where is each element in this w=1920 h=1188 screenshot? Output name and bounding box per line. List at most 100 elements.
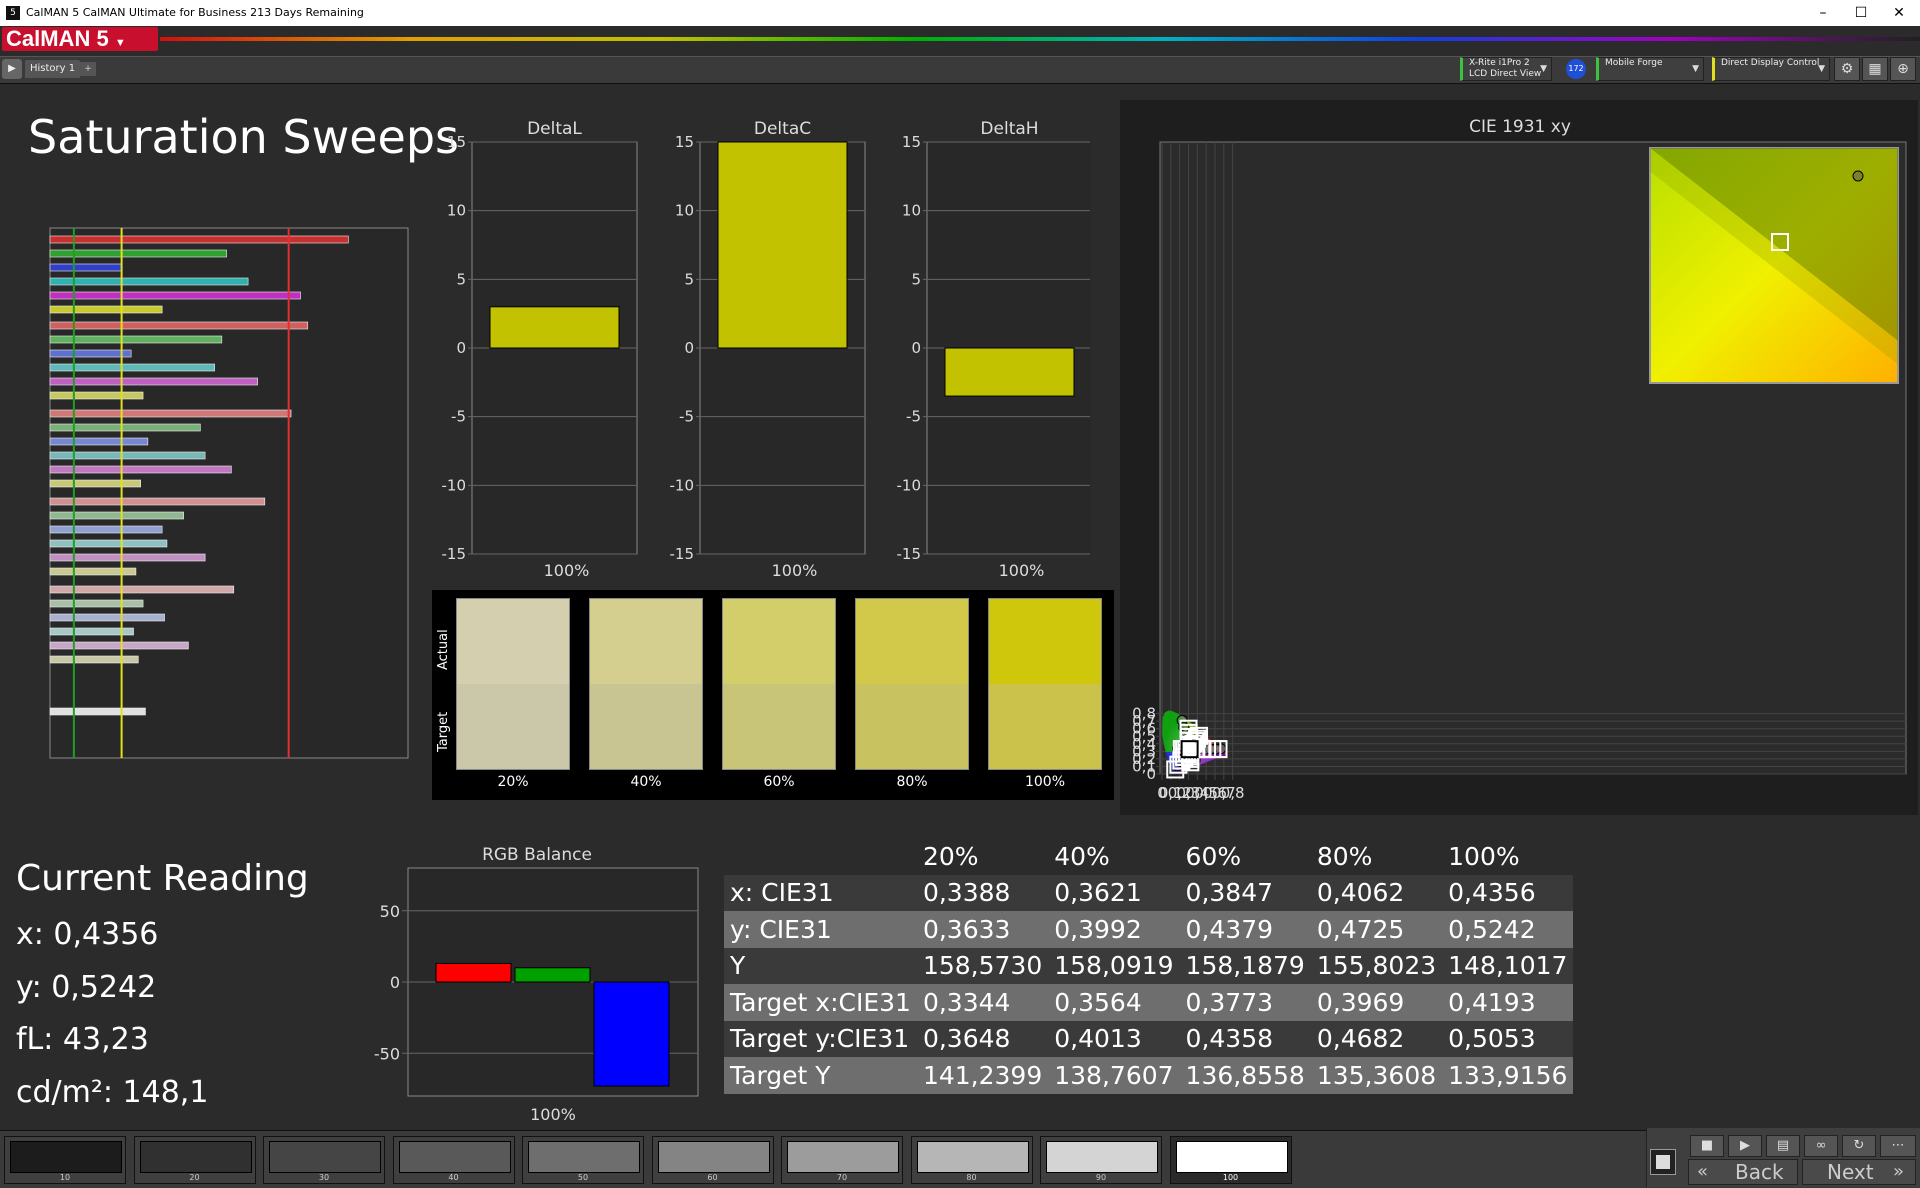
more-icon[interactable]: ⋯ (1880, 1135, 1916, 1157)
y-tick: -10 (670, 476, 695, 494)
back-label: Back (1735, 1160, 1784, 1184)
save-icon[interactable]: ▤ (1766, 1135, 1800, 1157)
table-cell: Target Y (724, 1057, 917, 1094)
swatch-actual (590, 599, 702, 684)
gray-patch-button[interactable]: 100 (1169, 1136, 1292, 1184)
gray-patch-button[interactable]: 50 (522, 1136, 644, 1184)
swatch-label: 40% (630, 774, 662, 790)
patch-color (398, 1141, 511, 1173)
next-arrow-icon: » (1893, 1161, 1905, 1182)
deltae-bar (49, 423, 201, 432)
table-cell: 138,7607 (1048, 1057, 1180, 1094)
table-cell: Target y:CIE31 (724, 1020, 917, 1057)
target-label-box: Target (434, 702, 454, 762)
patch-color (1175, 1141, 1288, 1173)
y-tick: -5 (906, 408, 921, 426)
patch-color (657, 1141, 770, 1173)
maximize-icon[interactable]: ☐ (1846, 3, 1876, 23)
swatch-label: 60% (763, 774, 795, 790)
table-cell: 135,3608 (1310, 1057, 1443, 1094)
rgb-bar (514, 967, 591, 983)
swatch-actual (723, 599, 835, 684)
patch-label: 90 (1095, 1173, 1107, 1182)
window-layout-icon[interactable]: ▦ (1862, 57, 1888, 81)
current-reading-title: Current Reading (16, 858, 309, 899)
back-button[interactable]: « Back (1688, 1159, 1798, 1185)
gray-patch-button[interactable]: 40 (392, 1136, 515, 1184)
deltae-bar (49, 613, 165, 622)
y-tick: 10 (675, 202, 694, 220)
device-mode: LCD Direct View (1469, 69, 1542, 79)
measurement-table: 20% 40% 60% 80% 100% x: CIE31 0,3388 0,3621 0,38… (724, 838, 1574, 1094)
swatch-target (457, 684, 569, 769)
swatch-target (989, 684, 1101, 769)
pin-icon[interactable]: ⊕ (1890, 57, 1916, 81)
gray-patch-button[interactable]: 10 (4, 1136, 126, 1184)
reading-y: y: 0,5242 (16, 970, 157, 1005)
patch-label: 30 (318, 1173, 330, 1182)
swatch-actual (989, 599, 1101, 684)
chevron-down-icon: ▼ (1540, 64, 1547, 74)
add-tab-button[interactable]: + (80, 62, 96, 76)
history-tab[interactable]: History 1 (25, 60, 80, 78)
meter-device-selector[interactable]: X-Rite i1Pro 2 LCD Direct View ▼ (1460, 57, 1552, 81)
column-header (724, 838, 917, 875)
chevron-down-icon: ▼ (114, 37, 126, 49)
deltae-bar (49, 349, 132, 358)
patch-label: 50 (577, 1173, 589, 1182)
app-icon: 5 (6, 6, 20, 20)
play-icon[interactable]: ▶ (2, 59, 22, 79)
display-device-selector[interactable]: Direct Display Control ▼ (1712, 57, 1830, 81)
rainbow-stripe (160, 37, 1920, 41)
deltae-bar (49, 539, 168, 548)
gray-patch-button[interactable]: 80 (910, 1136, 1033, 1184)
badge-icon[interactable]: 172 (1566, 59, 1586, 79)
target-label: Target (436, 711, 451, 752)
y-tick: 0,8 (1132, 705, 1156, 723)
swatch-panel: Actual Target 20% 40% 60% 80% 100% (432, 590, 1114, 800)
device-name: X-Rite i1Pro 2 (1469, 58, 1530, 68)
gray-patch-button[interactable]: 20 (133, 1136, 256, 1184)
table-cell: 0,5242 (1442, 911, 1574, 948)
source-device-selector[interactable]: Mobile Forge ▼ (1596, 57, 1704, 81)
table-cell: 0,4725 (1310, 911, 1443, 948)
play-icon[interactable]: ▶ (1728, 1135, 1762, 1157)
patch-color (10, 1141, 122, 1173)
close-icon[interactable]: ✕ (1884, 3, 1914, 23)
next-button[interactable]: Next » (1802, 1159, 1916, 1185)
y-tick: 15 (902, 133, 921, 151)
table-cell: 158,0919 (1048, 947, 1180, 984)
gray-patch-button[interactable]: 30 (263, 1136, 385, 1184)
table-cell: 133,9156 (1442, 1057, 1574, 1094)
deltae-bar (49, 655, 139, 664)
delta-bar (717, 141, 848, 349)
table-cell: 0,3388 (916, 874, 1049, 911)
gray-patch-button[interactable]: 70 (781, 1136, 903, 1184)
stop-icon[interactable] (1650, 1149, 1676, 1175)
deltae-bar (49, 335, 223, 344)
table-cell: x: CIE31 (724, 874, 917, 911)
stop-button-icon[interactable]: ■ (1690, 1135, 1724, 1157)
delta-xlabel: 100% (772, 561, 818, 580)
calman-logo-button[interactable]: CalMAN 5 ▼ (2, 27, 158, 51)
chevron-down-icon: ▼ (1692, 64, 1699, 74)
delta-title: DeltaH (980, 119, 1038, 139)
swatch-target (723, 684, 835, 769)
deltae-bar (49, 277, 249, 286)
table-cell: 0,3564 (1048, 984, 1180, 1021)
back-arrow-icon: « (1697, 1161, 1709, 1182)
table-cell: 0,4358 (1179, 1020, 1311, 1057)
gray-patch-button[interactable]: 60 (651, 1136, 774, 1184)
settings-gear-icon[interactable]: ⚙ (1834, 57, 1860, 81)
refresh-icon[interactable]: ↻ (1842, 1135, 1876, 1157)
gray-patch-button[interactable]: 90 (1040, 1136, 1162, 1184)
swatch-target (856, 684, 968, 769)
table-cell: 0,3633 (916, 911, 1049, 948)
deltae-bar (49, 291, 301, 300)
deltae-bar (49, 377, 258, 386)
patch-color (269, 1141, 381, 1173)
delta-bar (489, 306, 620, 349)
loop-icon[interactable]: ∞ (1804, 1135, 1838, 1157)
minimize-icon[interactable]: – (1808, 3, 1838, 23)
table-cell: 0,4379 (1179, 911, 1311, 948)
